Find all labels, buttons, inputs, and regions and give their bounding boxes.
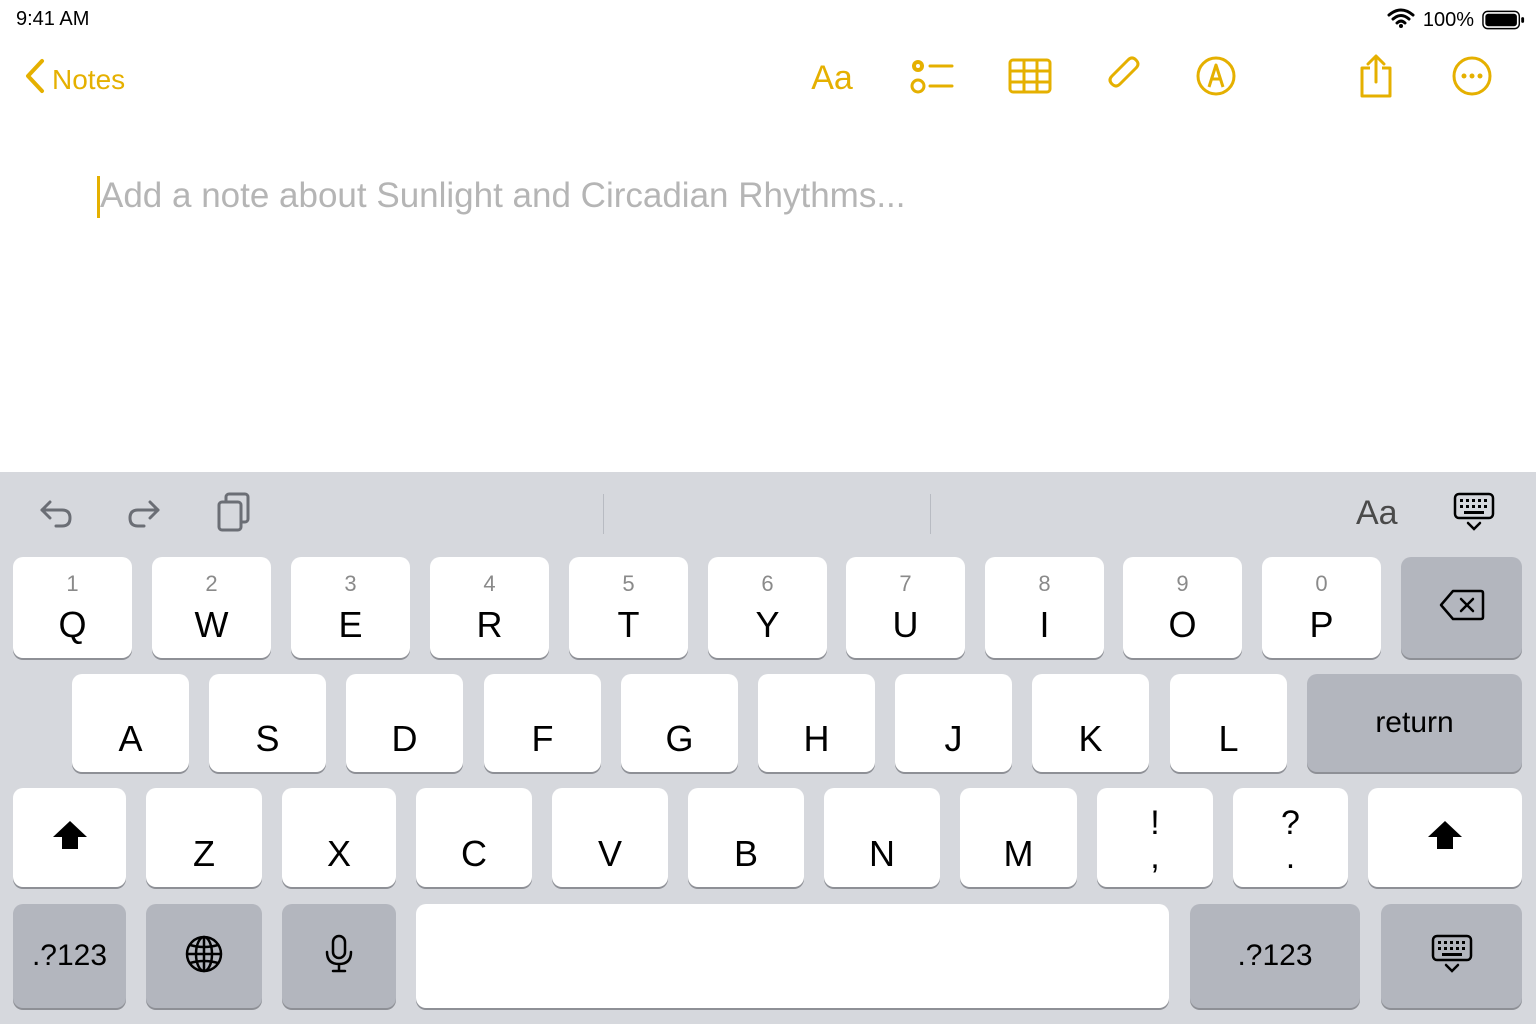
share-icon bbox=[1358, 54, 1394, 103]
delete-backward-icon bbox=[1439, 589, 1485, 626]
keyboard: Aa 1 Q 2 W 3 E 4 R 5 T 6 Y 7 U 8 I 9 O 0… bbox=[0, 472, 1536, 1024]
key-v[interactable]: V bbox=[552, 788, 668, 887]
attachment-button[interactable] bbox=[1098, 54, 1150, 102]
ellipsis-circle-icon bbox=[1451, 55, 1493, 102]
text-format-button[interactable]: Aa bbox=[1356, 494, 1398, 533]
key-x[interactable]: X bbox=[282, 788, 396, 887]
shift-key-left[interactable] bbox=[13, 788, 126, 887]
assist-divider bbox=[930, 494, 931, 534]
undo-icon bbox=[38, 496, 74, 533]
back-label: Notes bbox=[52, 63, 126, 95]
key-a[interactable]: A bbox=[72, 674, 189, 772]
battery-icon bbox=[1482, 9, 1526, 31]
note-placeholder: Add a note about Sunlight and Circadian … bbox=[100, 176, 906, 215]
shift-icon bbox=[51, 819, 89, 856]
format-label: Aa bbox=[811, 58, 853, 97]
space-key[interactable] bbox=[416, 904, 1169, 1008]
keyboard-icon bbox=[1453, 492, 1495, 537]
key-l[interactable]: L bbox=[1170, 674, 1287, 772]
key-p[interactable]: 0 P bbox=[1262, 557, 1381, 658]
key-o[interactable]: 9 O bbox=[1123, 557, 1242, 658]
key-y[interactable]: 6 Y bbox=[708, 557, 827, 658]
paperclip-icon bbox=[1104, 56, 1144, 101]
key-exclamation-comma[interactable]: ! , bbox=[1097, 788, 1213, 887]
status-time: 9:41 AM bbox=[16, 8, 90, 30]
key-f[interactable]: F bbox=[484, 674, 601, 772]
status-bar: 9:41 AM 100% bbox=[0, 0, 1536, 40]
status-right: 100% bbox=[1387, 6, 1526, 34]
undo-button[interactable] bbox=[32, 490, 80, 538]
return-key[interactable]: return bbox=[1307, 674, 1522, 772]
markup-button[interactable] bbox=[1190, 54, 1242, 102]
clipboard-icon bbox=[216, 492, 252, 537]
key-r[interactable]: 4 R bbox=[430, 557, 549, 658]
dismiss-keyboard-key[interactable] bbox=[1381, 904, 1522, 1008]
more-button[interactable] bbox=[1446, 54, 1498, 102]
battery-percent: 100% bbox=[1422, 8, 1474, 31]
key-j[interactable]: J bbox=[895, 674, 1012, 772]
key-g[interactable]: G bbox=[621, 674, 738, 772]
assist-divider bbox=[603, 494, 604, 534]
key-w[interactable]: 2 W bbox=[152, 557, 271, 658]
keyboard-assistant-bar: Aa bbox=[0, 472, 1536, 556]
key-question-period[interactable]: ? . bbox=[1233, 788, 1348, 887]
nav-toolbar: Notes Aa bbox=[0, 44, 1536, 114]
key-d[interactable]: D bbox=[346, 674, 463, 772]
key-k[interactable]: K bbox=[1032, 674, 1149, 772]
numbers-key-left[interactable]: .?123 bbox=[13, 904, 126, 1008]
key-i[interactable]: 8 I bbox=[985, 557, 1104, 658]
key-n[interactable]: N bbox=[824, 788, 940, 887]
note-editor[interactable]: Add a note about Sunlight and Circadian … bbox=[0, 120, 1536, 472]
redo-button[interactable] bbox=[120, 490, 168, 538]
table-button[interactable] bbox=[1004, 54, 1056, 102]
checklist-icon bbox=[910, 57, 954, 100]
numbers-key-right[interactable]: .?123 bbox=[1190, 904, 1360, 1008]
key-h[interactable]: H bbox=[758, 674, 875, 772]
chevron-left-icon bbox=[24, 58, 46, 101]
shift-key-right[interactable] bbox=[1368, 788, 1522, 887]
share-button[interactable] bbox=[1350, 54, 1402, 102]
key-s[interactable]: S bbox=[209, 674, 326, 772]
checklist-button[interactable] bbox=[906, 54, 958, 102]
paste-button[interactable] bbox=[210, 490, 258, 538]
keyboard-options-button[interactable] bbox=[1450, 490, 1498, 538]
key-e[interactable]: 3 E bbox=[291, 557, 410, 658]
key-q[interactable]: 1 Q bbox=[13, 557, 132, 658]
wifi-icon bbox=[1387, 7, 1415, 34]
key-m[interactable]: M bbox=[960, 788, 1077, 887]
globe-key[interactable] bbox=[146, 904, 262, 1008]
key-c[interactable]: C bbox=[416, 788, 532, 887]
microphone-icon bbox=[324, 934, 354, 979]
key-z[interactable]: Z bbox=[146, 788, 262, 887]
shift-icon bbox=[1426, 819, 1464, 856]
key-t[interactable]: 5 T bbox=[569, 557, 688, 658]
redo-icon bbox=[126, 496, 162, 533]
format-button[interactable]: Aa bbox=[806, 54, 858, 102]
dictation-key[interactable] bbox=[282, 904, 396, 1008]
delete-key[interactable] bbox=[1401, 557, 1522, 658]
globe-icon bbox=[184, 934, 224, 979]
back-button[interactable]: Notes bbox=[24, 58, 125, 101]
pen-tip-icon bbox=[1195, 55, 1237, 102]
key-b[interactable]: B bbox=[688, 788, 804, 887]
keyboard-dismiss-icon bbox=[1431, 934, 1473, 979]
key-u[interactable]: 7 U bbox=[846, 557, 965, 658]
table-icon bbox=[1008, 58, 1052, 99]
